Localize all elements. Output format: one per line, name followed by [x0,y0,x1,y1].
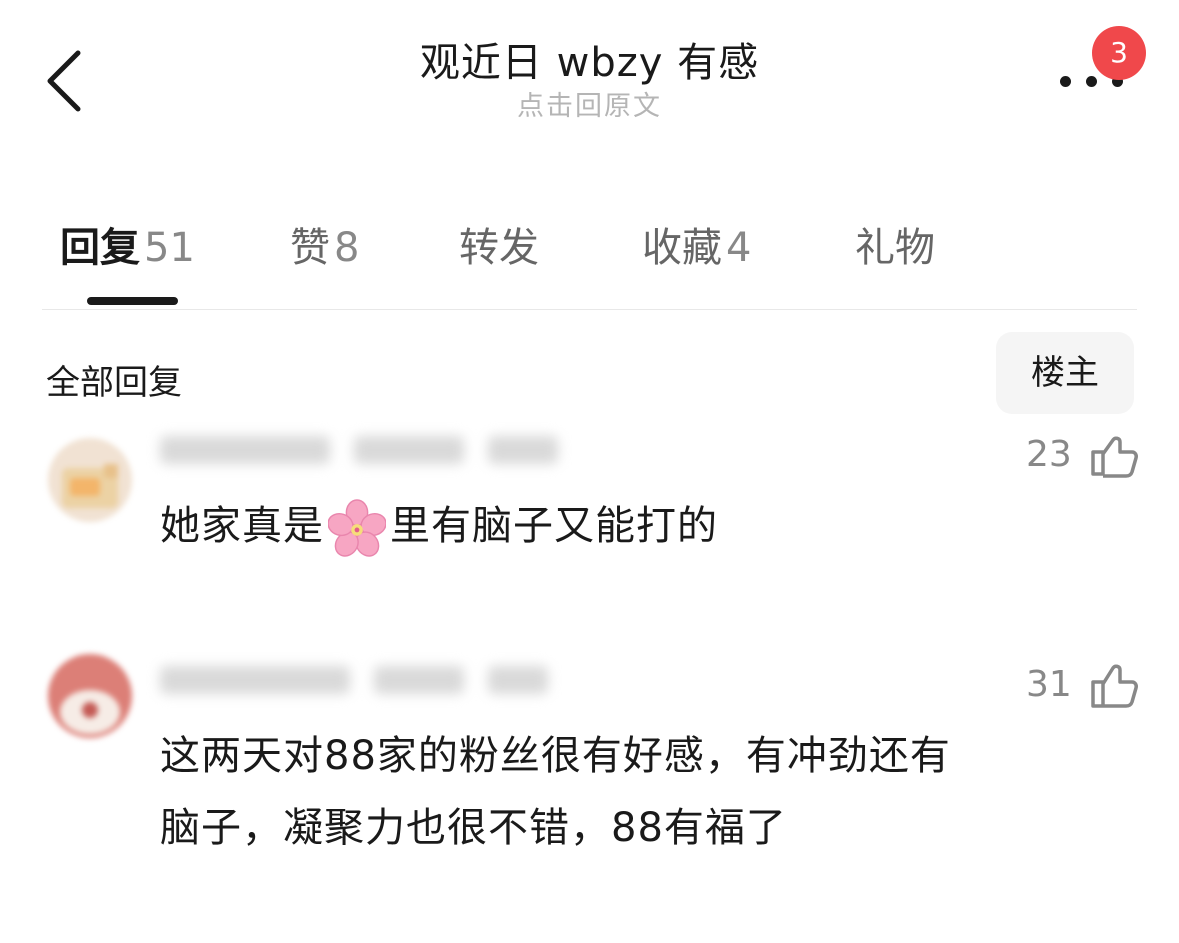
tab-label: 回复 [60,225,140,271]
tab-count: 51 [144,225,195,271]
tab-favorites[interactable]: 收藏 4 [642,215,751,273]
avatar[interactable] [48,438,132,522]
back-to-original-link[interactable]: 点击回原文 [0,88,1179,126]
comment-text-part: 里有脑子又能打的 [390,503,718,549]
page-title: 观近日 wbzy 有感 [419,40,760,86]
tab-label: 收藏 [642,225,722,271]
active-tab-indicator [87,297,178,305]
like-count: 31 [1026,664,1072,705]
blurred-user-meta [160,666,572,700]
comment-text-part: 她家真是 [160,503,324,549]
tab-replies[interactable]: 回复 51 [60,215,195,273]
tab-likes[interactable]: 赞8 [290,215,359,273]
tab-gifts[interactable]: 礼物 [855,215,935,273]
tab-reposts[interactable]: 转发 [459,215,539,273]
post-title-area[interactable]: 观近日 wbzy 有感 点击回原文 [0,38,1179,126]
comment-text-line: 脑子，凝聚力也很不错，88有福了 [160,805,787,851]
owner-only-filter-button[interactable]: 楼主 [996,332,1134,414]
like-button[interactable]: 31 [1026,662,1139,710]
comment-text: 她家真是 里有脑子又能打的 [160,490,1120,562]
more-dot [1086,76,1097,87]
all-replies-heading: 全部回复 [46,363,182,403]
thumbs-up-icon [1091,664,1139,708]
notification-badge: 3 [1092,26,1146,80]
tab-count: 4 [726,225,752,271]
comment-text-line: 这两天对88家的粉丝很有好感，有冲劲还有 [160,733,951,779]
like-count: 23 [1026,434,1072,475]
thumbs-up-icon [1091,436,1139,478]
tab-label: 礼物 [855,225,935,271]
tab-label: 赞 [290,225,330,271]
tab-label: 转发 [459,225,539,271]
tab-bar: 回复 51 赞8 转发 收藏 4 礼物 [42,205,1137,310]
top-nav-bar: 观近日 wbzy 有感 点击回原文 3 [0,0,1179,150]
comment-text: 这两天对88家的粉丝很有好感，有冲劲还有 脑子，凝聚力也很不错，88有福了 [160,720,1120,864]
tab-count: 8 [334,225,360,271]
like-button[interactable]: 23 [1026,434,1139,478]
more-dots-icon [1060,76,1071,87]
blurred-user-meta [160,436,582,470]
avatar[interactable] [48,654,132,738]
cherry-blossom-icon [328,499,386,557]
